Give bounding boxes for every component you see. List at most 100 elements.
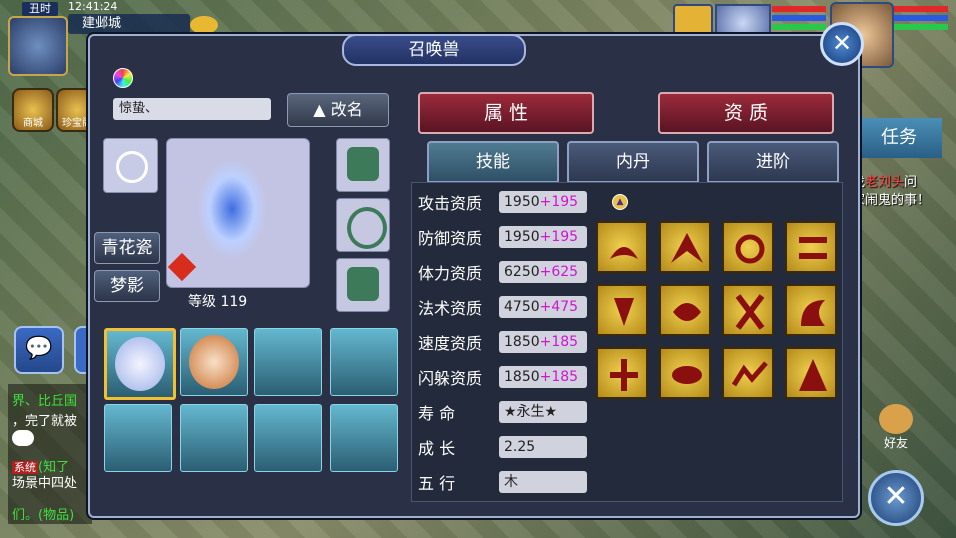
attribute-label: 法术资质 (418, 299, 483, 318)
attribute-bonus: +185 (539, 369, 579, 385)
skill-8-icon[interactable] (785, 284, 837, 336)
equip-slot-collar[interactable] (336, 138, 390, 192)
close-icon[interactable]: ✕ (820, 22, 864, 66)
attribute-label: 闪躲资质 (418, 369, 483, 388)
attribute-base: 1950 (504, 229, 540, 245)
pet-avatar-1 (115, 337, 165, 391)
attribute-label: 成 长 (418, 439, 456, 458)
ring-icon (347, 207, 387, 249)
attribute-value: 4750+475 (499, 296, 587, 318)
pet-model-icon[interactable] (103, 138, 158, 193)
attribute-value: 6250+625 (499, 261, 587, 283)
emote-icon (12, 430, 34, 446)
close-menu-button[interactable]: ✕ (868, 470, 924, 526)
attribute-base: ★永生★ (504, 404, 558, 420)
attribute-value: ★永生★ (499, 401, 587, 423)
tab-advance[interactable]: 进阶 (707, 141, 839, 183)
pet-avatar-2 (189, 335, 239, 389)
skill-4-icon[interactable] (785, 221, 837, 273)
city-name[interactable]: 建邺城 (68, 14, 190, 34)
attribute-bonus: +475 (539, 299, 579, 315)
attribute-value: 2.25 (499, 436, 587, 458)
skill-12-icon[interactable] (785, 347, 837, 399)
friends-button[interactable]: 好友 (872, 404, 920, 452)
chat-line: 们。(物品) (12, 508, 75, 523)
skill-1-icon[interactable] (596, 221, 648, 273)
chat-line: 场景中四处 (12, 476, 78, 491)
player-hp-bar (894, 6, 948, 12)
skill-7-icon[interactable] (722, 284, 774, 336)
pet-slot-4[interactable] (330, 328, 398, 396)
attribute-base: 1850 (504, 334, 540, 350)
attribute-label: 体力资质 (418, 264, 483, 283)
attribute-value: 1950+195 (499, 226, 587, 248)
tab-neidan[interactable]: 内丹 (567, 141, 699, 183)
attribute-bonus: +625 (539, 264, 579, 280)
armor-icon (347, 267, 379, 301)
rename-button[interactable]: ▲ 改名 (287, 93, 389, 127)
mengying-button[interactable]: 梦影 (94, 270, 160, 302)
rainbow-orb-icon[interactable] (113, 68, 133, 88)
attribute-label: 速度资质 (418, 334, 483, 353)
quest-tracker[interactable]: 找老刘头问 家闹鬼的事！ (852, 174, 956, 210)
real-time: 12:41:24 (68, 0, 118, 13)
attribute-label: 防御资质 (418, 229, 483, 248)
chat-bubble-icon[interactable]: 💬 (14, 326, 64, 374)
quest-npc: 老刘头 (865, 175, 905, 190)
attribute-value: 1850+185 (499, 366, 587, 388)
skill-10-icon[interactable] (659, 347, 711, 399)
skill-2-icon[interactable] (659, 221, 711, 273)
handshake-icon (879, 404, 913, 434)
attribute-label: 五 行 (418, 474, 456, 493)
pet-slot-8[interactable] (330, 404, 398, 472)
attribute-base: 木 (504, 474, 518, 490)
equip-slot-armor[interactable] (336, 258, 390, 312)
quest-text-2: 问 (904, 175, 918, 190)
pet-slot-1[interactable] (104, 328, 176, 400)
skill-9-icon[interactable] (596, 347, 648, 399)
quest-button[interactable]: 任务 (856, 118, 942, 158)
quest-text-3: 家闹鬼的事！ (852, 193, 931, 208)
pet-level: 等级 119 (188, 294, 248, 310)
attribute-value: 木 (499, 471, 587, 493)
friends-label: 好友 (883, 436, 908, 450)
mall-button[interactable]: 商城 (12, 88, 54, 132)
attribute-base: 1850 (504, 369, 540, 385)
mall-label: 商城 (23, 118, 43, 129)
attribute-bonus: +195 (539, 229, 579, 245)
tab-attributes[interactable]: 属 性 (418, 92, 594, 134)
collar-icon (347, 147, 379, 181)
pet-slot-6[interactable] (180, 404, 248, 472)
player-mp-bar (894, 15, 948, 21)
skill-11-icon[interactable] (722, 347, 774, 399)
tab-skills[interactable]: 技能 (427, 141, 559, 183)
game-clock: 丑时 (22, 2, 58, 16)
attribute-value: 1950+195 (499, 191, 587, 213)
attribute-label: 寿 命 (418, 404, 456, 423)
attribute-base: 6250 (504, 264, 540, 280)
skill-3-icon[interactable] (722, 221, 774, 273)
pet-hp-bar (772, 6, 826, 12)
equip-slot-ring[interactable] (336, 198, 390, 252)
attribute-base: 2.25 (504, 439, 536, 455)
attribute-bonus: +195 (539, 194, 579, 210)
player-sp-bar (894, 24, 948, 30)
skill-5-icon[interactable] (596, 284, 648, 336)
coin-icon (190, 16, 218, 34)
panel-title: 召唤兽 (342, 34, 526, 66)
player-location-icon[interactable] (8, 16, 68, 76)
chat-line: ，完了就被 (12, 414, 78, 429)
pet-slot-2[interactable] (180, 328, 248, 396)
pet-slot-7[interactable] (254, 404, 322, 472)
pet-name-field[interactable]: 惊蛰、 (113, 98, 271, 120)
attribute-label: 攻击资质 (418, 194, 483, 213)
qinghuaci-button[interactable]: 青花瓷 (94, 232, 160, 264)
attribute-bonus: +185 (539, 334, 579, 350)
pet-slot-5[interactable] (104, 404, 172, 472)
skill-6-icon[interactable] (659, 284, 711, 336)
attribute-base: 1950 (504, 194, 540, 210)
chat-line: 界、比丘国 (12, 394, 78, 409)
pet-slot-3[interactable] (254, 328, 322, 396)
upgrade-icon[interactable]: ▲ (612, 194, 628, 210)
tab-aptitude[interactable]: 资 质 (658, 92, 834, 134)
